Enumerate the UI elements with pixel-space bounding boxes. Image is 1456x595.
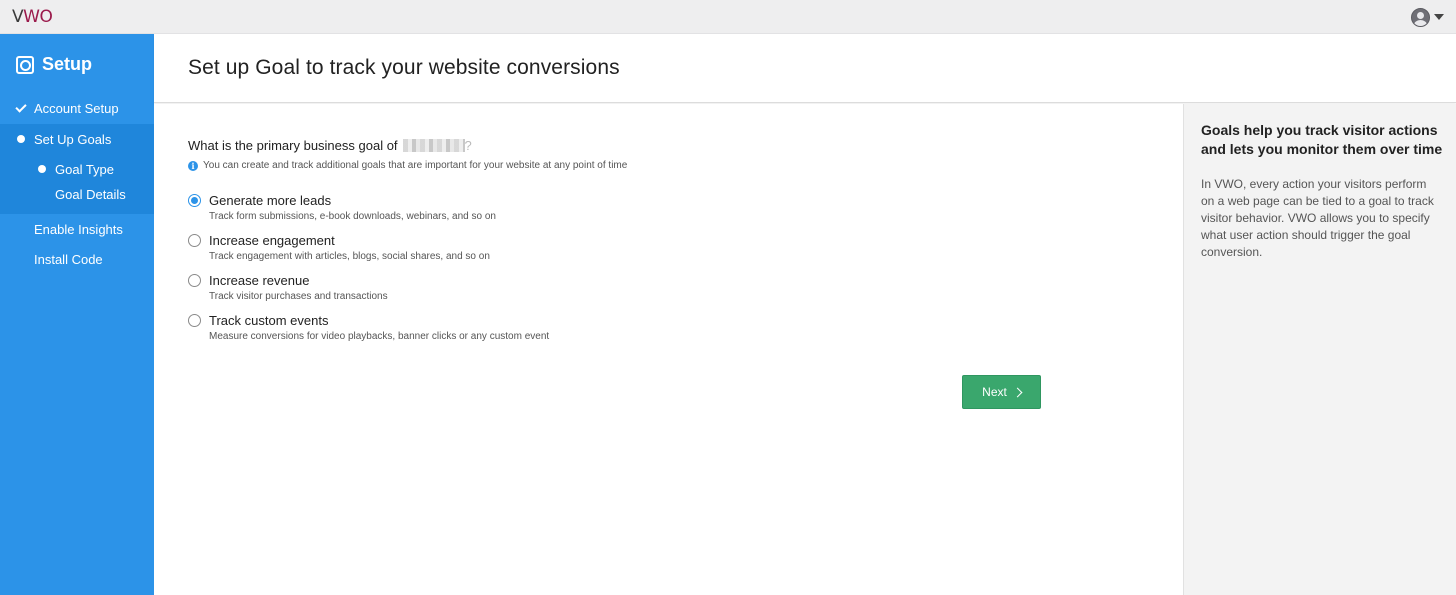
vwo-logo[interactable]: VWO: [12, 7, 53, 27]
sidebar-subitem-label: Goal Details: [55, 186, 126, 202]
goal-option-track-custom-events[interactable]: Track custom events Measure conversions …: [188, 312, 788, 348]
sidebar-title-label: Setup: [42, 54, 93, 74]
sidebar: Setup Account Setup Set Up Goals Goal Ty…: [0, 34, 154, 595]
goal-option-increase-revenue[interactable]: Increase revenue Track visitor purchases…: [188, 272, 788, 308]
sidebar-item-label: Account Setup: [34, 100, 119, 116]
top-bar: VWO: [0, 0, 1456, 34]
sidebar-item-account-setup[interactable]: Account Setup: [0, 93, 154, 123]
next-button[interactable]: Next: [962, 375, 1041, 409]
option-label: Increase revenue: [209, 273, 310, 288]
user-avatar-icon[interactable]: [1411, 7, 1430, 27]
info-icon: i: [188, 160, 198, 171]
sidebar-item-label: Install Code: [34, 251, 103, 267]
sidebar-item-set-up-goals[interactable]: Set Up Goals: [0, 124, 154, 154]
help-panel: Goals help you track visitor actions and…: [1183, 104, 1456, 595]
sidebar-item-label: Enable Insights: [34, 221, 123, 237]
info-text: You can create and track additional goal…: [203, 160, 628, 171]
page-title: Set up Goal to track your website conver…: [188, 56, 620, 79]
radio-increase-revenue[interactable]: [188, 274, 201, 287]
redacted-website-name: [402, 139, 465, 152]
sidebar-goals-group: Set Up Goals Goal Type Goal Details: [0, 124, 154, 214]
goal-question-text: What is the primary business goal of: [188, 138, 398, 153]
caret-down-icon[interactable]: [1434, 14, 1444, 20]
chevron-right-icon: [1012, 387, 1023, 397]
radio-track-custom-events[interactable]: [188, 314, 201, 327]
info-line: i You can create and track additional go…: [188, 160, 627, 171]
sidebar-subitem-label: Goal Type: [55, 161, 115, 177]
option-description: Measure conversions for video playbacks,…: [209, 331, 550, 342]
goal-option-increase-engagement[interactable]: Increase engagement Track engagement wit…: [188, 232, 788, 268]
sidebar-subitem-goal-details[interactable]: Goal Details: [0, 182, 154, 206]
option-label: Track custom events: [209, 313, 329, 328]
sidebar-title: Setup: [16, 54, 92, 75]
help-panel-title: Goals help you track visitor actions and…: [1201, 122, 1443, 157]
goal-question-suffix: ?: [464, 138, 472, 153]
page-header: Set up Goal to track your website conver…: [154, 34, 1456, 103]
sidebar-item-label: Set Up Goals: [34, 131, 112, 147]
check-icon: [15, 100, 27, 113]
option-label: Generate more leads: [209, 193, 332, 208]
help-panel-text: In VWO, every action your visitors perfo…: [1201, 177, 1434, 259]
option-description: Track visitor purchases and transactions: [209, 291, 388, 302]
goal-question: What is the primary business goal of ?: [188, 138, 472, 153]
option-description: Track form submissions, e-book downloads…: [209, 211, 496, 222]
setup-icon: [16, 55, 34, 74]
radio-generate-leads[interactable]: [188, 194, 201, 207]
sidebar-subitem-goal-type[interactable]: Goal Type: [0, 157, 154, 181]
dot-icon: [17, 135, 25, 143]
goal-option-generate-leads[interactable]: Generate more leads Track form submissio…: [188, 192, 788, 228]
main-content: What is the primary business goal of ? i…: [154, 104, 1183, 595]
next-button-label: Next: [982, 385, 1007, 399]
sidebar-item-enable-insights[interactable]: Enable Insights: [0, 214, 154, 244]
user-menu[interactable]: [1411, 7, 1444, 27]
sidebar-item-install-code[interactable]: Install Code: [0, 244, 154, 274]
radio-increase-engagement[interactable]: [188, 234, 201, 247]
dot-icon: [38, 165, 46, 173]
option-description: Track engagement with articles, blogs, s…: [209, 251, 490, 262]
option-label: Increase engagement: [209, 233, 335, 248]
